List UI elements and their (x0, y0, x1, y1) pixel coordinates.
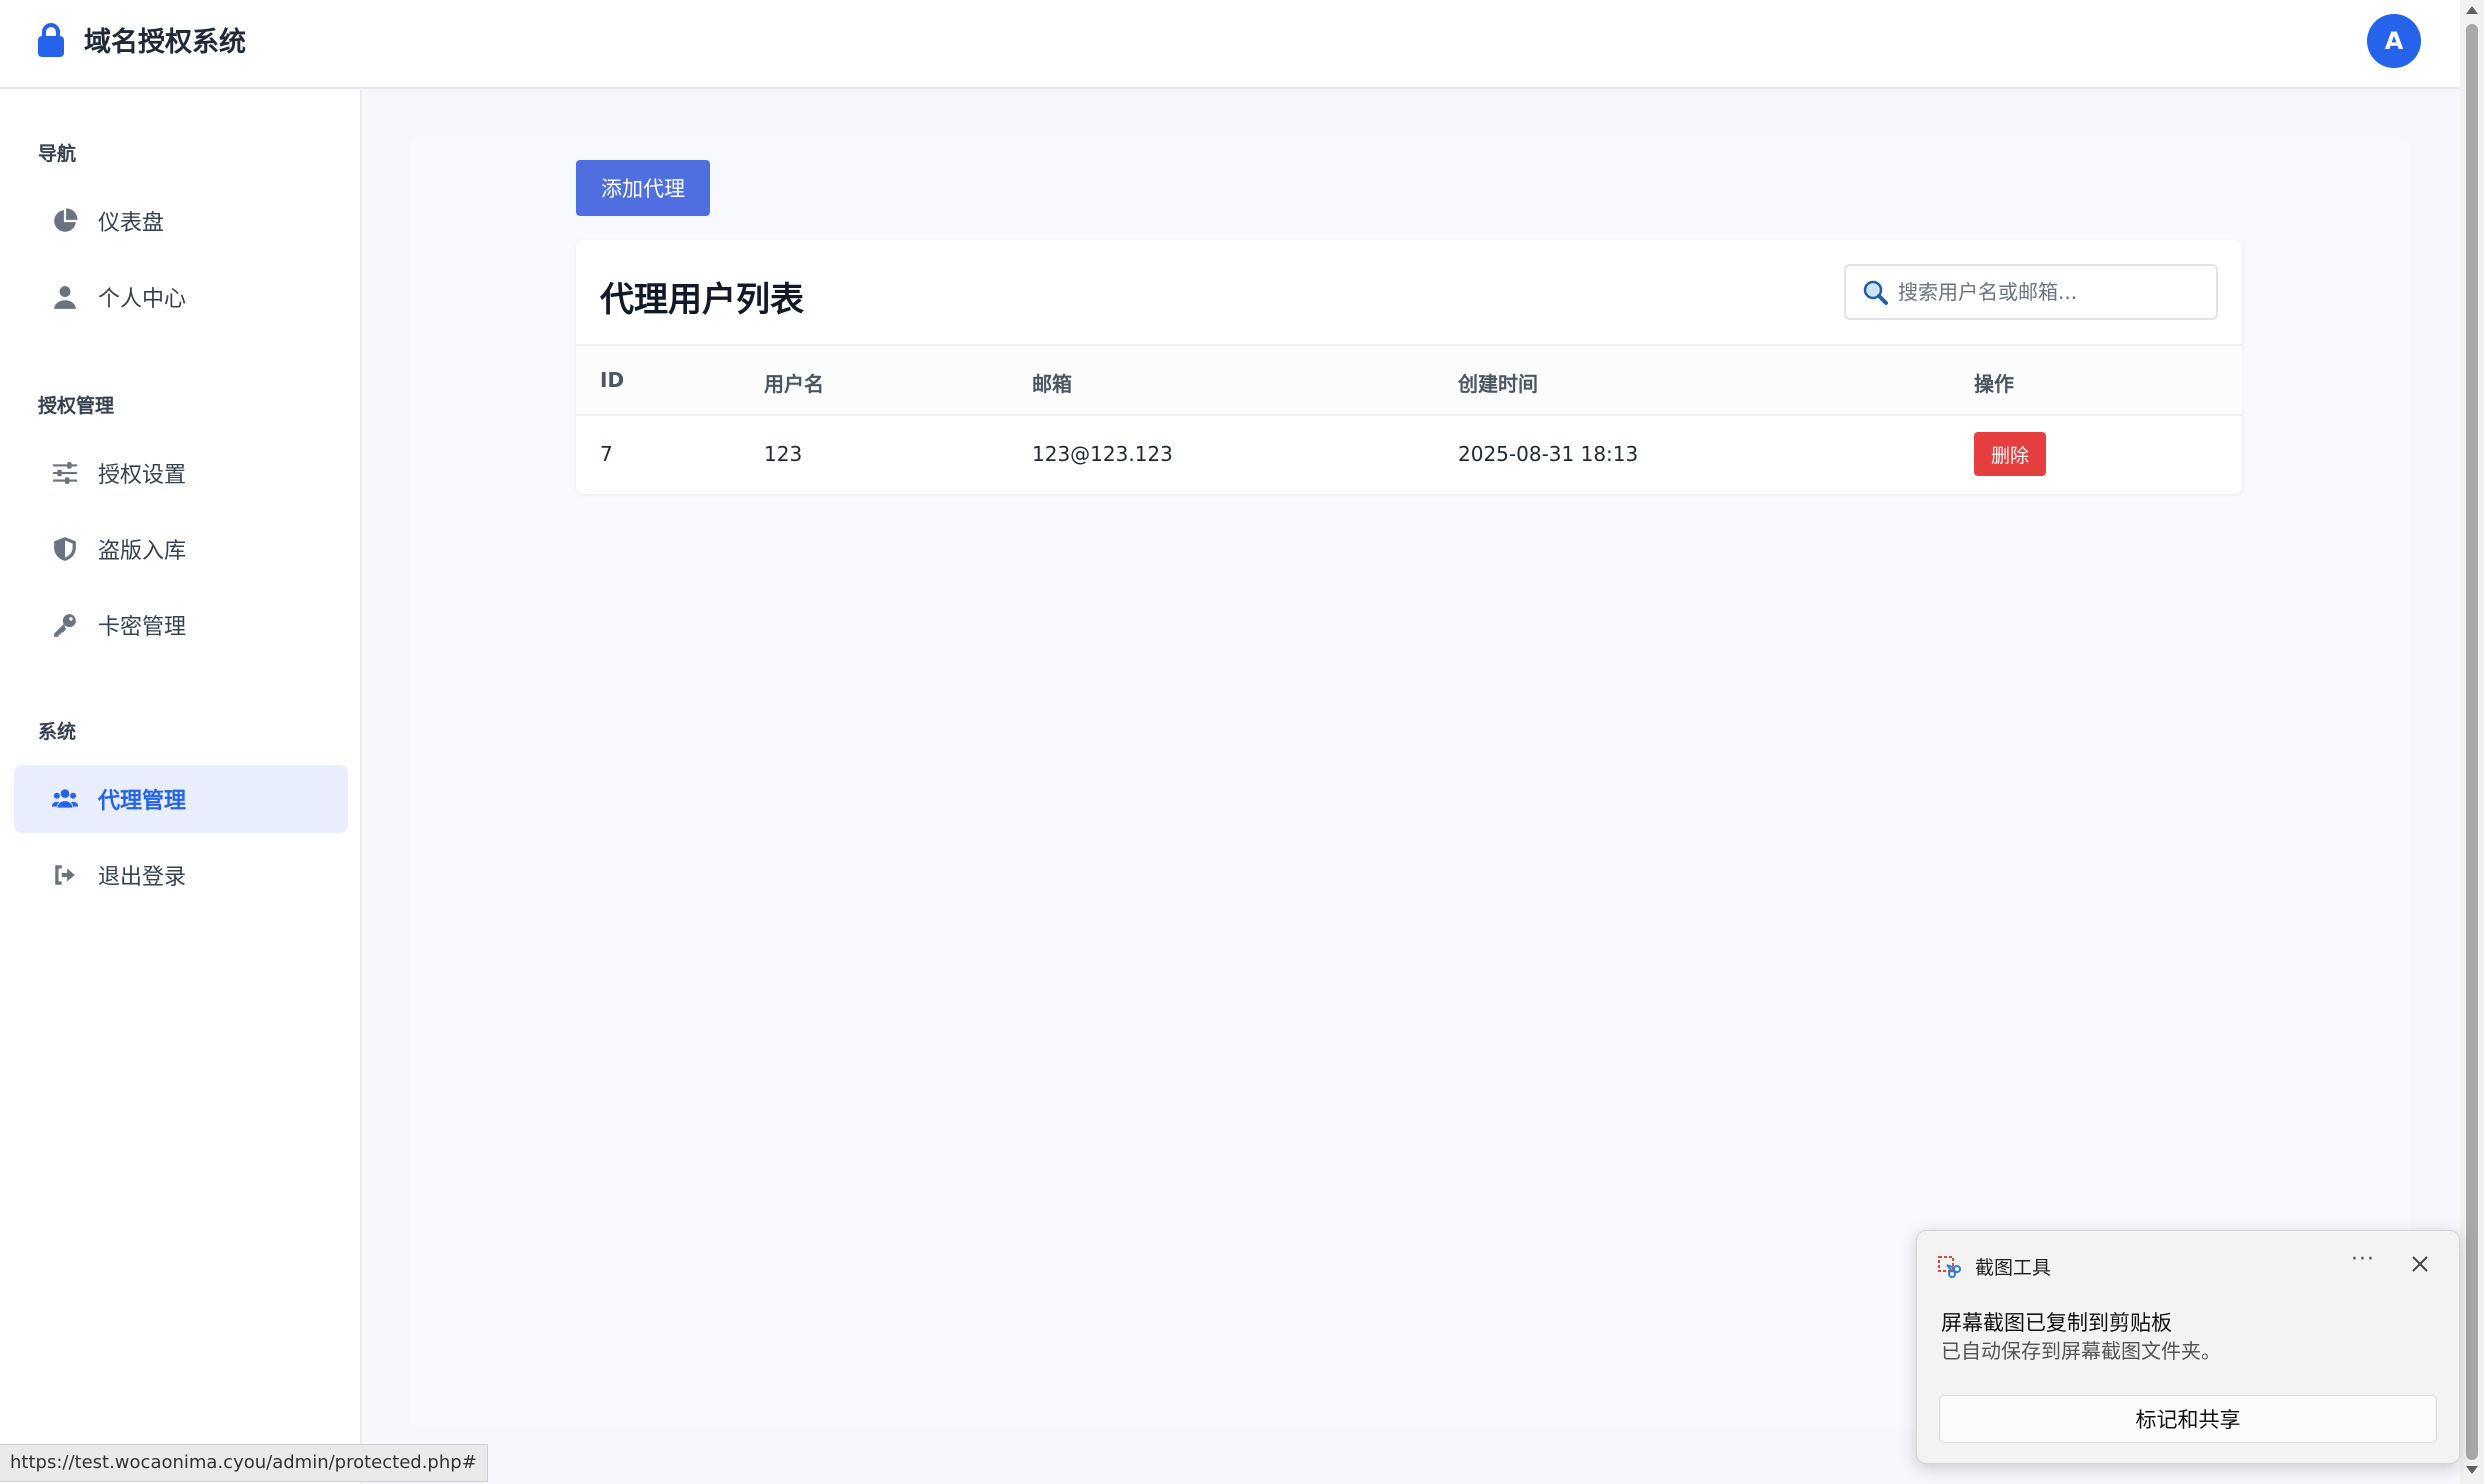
sidebar-item-piracy[interactable]: 盗版入库 (14, 515, 348, 583)
search-input[interactable] (1896, 279, 2200, 305)
add-agent-button[interactable]: 添加代理 (576, 160, 710, 216)
page-scrollbar[interactable] (2460, 0, 2484, 1484)
logout-icon (50, 860, 80, 890)
table-header: ID 用户名 邮箱 创建时间 操作 (576, 344, 2242, 416)
brand[interactable]: 域名授权系统 (36, 20, 246, 59)
toast-title: 屏幕截图已复制到剪贴板 (1941, 1311, 2172, 1335)
column-header-email: 邮箱 (1032, 372, 1072, 396)
column-header-id: ID (600, 368, 625, 392)
toast-app: 截图工具 (1937, 1253, 2051, 1280)
screenshot-toast[interactable]: 截图工具 ··· 屏幕截图已复制到剪贴板 已自动保存到屏幕截图文件夹。 标记和共… (1916, 1230, 2460, 1464)
column-header-created: 创建时间 (1458, 372, 1538, 396)
delete-button[interactable]: 删除 (1974, 432, 2046, 476)
sidebar-item-profile[interactable]: 个人中心 (14, 263, 348, 331)
app-title: 域名授权系统 (84, 27, 246, 58)
sidebar-item-agents[interactable]: 代理管理 (14, 765, 348, 833)
close-icon[interactable] (2411, 1255, 2429, 1273)
toast-app-name: 截图工具 (1975, 1257, 2052, 1279)
avatar[interactable]: A (2367, 14, 2421, 68)
cell-created: 2025-08-31 18:13 (1458, 442, 1639, 466)
snipping-tool-icon (1938, 1255, 1961, 1278)
cell-username: 123 (764, 442, 803, 466)
key-icon (50, 610, 80, 640)
sidebar-section-system: 系统 (38, 721, 77, 743)
sidebar-item-auth-settings[interactable]: 授权设置 (14, 439, 348, 507)
sidebar-item-label: 代理管理 (98, 789, 187, 814)
scroll-thumb[interactable] (2466, 24, 2478, 1460)
column-header-actions: 操作 (1974, 372, 2014, 396)
sidebar-item-label: 授权设置 (98, 463, 187, 488)
sidebar-item-label: 仪表盘 (98, 211, 165, 236)
top-header: 域名授权系统 A (0, 0, 2460, 89)
scroll-down-arrow-icon[interactable] (2466, 1466, 2478, 1474)
sliders-icon (50, 458, 80, 488)
status-bar-url: https://test.wocaonima.cyou/admin/protec… (0, 1444, 488, 1482)
user-icon (50, 282, 80, 312)
sidebar-item-label: 个人中心 (98, 287, 187, 312)
sidebar: 导航 仪表盘 个人中心 授权管理 授权设置 盗版入库 卡密管理 系统 代理管理 … (0, 89, 362, 1484)
cell-id: 7 (600, 442, 613, 466)
card-title: 代理用户列表 (600, 280, 804, 320)
sidebar-section-auth: 授权管理 (38, 395, 115, 417)
users-icon (50, 784, 80, 814)
search-icon (1863, 280, 1888, 305)
column-header-username: 用户名 (764, 372, 824, 396)
pie-chart-icon (50, 206, 80, 236)
mark-and-share-button[interactable]: 标记和共享 (1939, 1395, 2437, 1443)
table-row: 7 123 123@123.123 2025-08-31 18:13 删除 (576, 414, 2242, 494)
sidebar-item-label: 卡密管理 (98, 615, 187, 640)
shield-icon (50, 534, 80, 564)
sidebar-item-dashboard[interactable]: 仪表盘 (14, 187, 348, 255)
scroll-up-arrow-icon[interactable] (2466, 6, 2478, 14)
more-options-icon[interactable]: ··· (2351, 1247, 2375, 1272)
sidebar-item-cards[interactable]: 卡密管理 (14, 591, 348, 659)
sidebar-item-logout[interactable]: 退出登录 (14, 841, 348, 909)
search-box[interactable] (1844, 264, 2218, 320)
cell-email: 123@123.123 (1032, 442, 1173, 466)
lock-icon (38, 22, 64, 57)
sidebar-item-label: 退出登录 (98, 865, 187, 890)
sidebar-item-label: 盗版入库 (98, 539, 187, 564)
agent-list-card: 代理用户列表 ID 用户名 邮箱 创建时间 操作 7 123 123@123.1… (576, 240, 2242, 494)
toast-subtitle: 已自动保存到屏幕截图文件夹。 (1941, 1339, 2221, 1363)
sidebar-section-nav: 导航 (38, 143, 77, 165)
